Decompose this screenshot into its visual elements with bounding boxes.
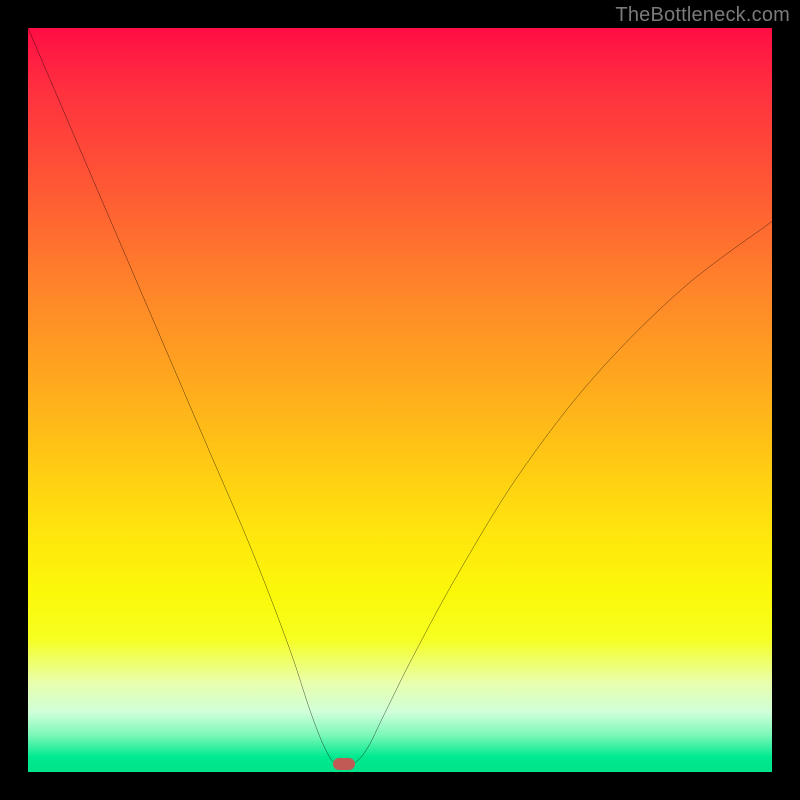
chart-frame: TheBottleneck.com (0, 0, 800, 800)
plot-area (28, 28, 772, 772)
optimum-marker (333, 758, 355, 770)
curve-line (28, 28, 772, 772)
watermark-text: TheBottleneck.com (615, 4, 790, 27)
